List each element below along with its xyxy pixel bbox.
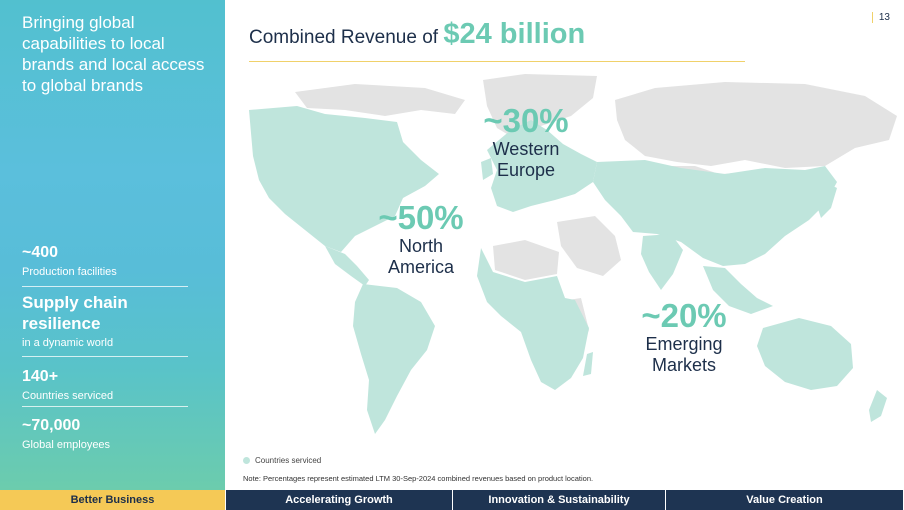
north-africa-desert-shape: [493, 240, 559, 280]
map-legend: Countries serviced: [243, 456, 321, 465]
stat-global-employees: ~70,000 Global employees: [22, 415, 188, 452]
stat-label: in a dynamic world: [22, 337, 114, 349]
footnote: Note: Percentages represent estimated LT…: [243, 474, 594, 483]
region-percentage: ~30%: [483, 102, 569, 139]
legend-dot-icon: [243, 457, 250, 464]
middle-east-shape: [557, 216, 621, 276]
tab-innovation-sustainability[interactable]: Innovation & Sustainability: [452, 490, 665, 510]
region-percentage: ~50%: [378, 199, 464, 236]
region-emerging-markets: ~20% Emerging Markets: [631, 298, 737, 376]
sidebar-tagline: Bringing global capabilities to local br…: [22, 13, 205, 95]
stat-value: 140+: [22, 368, 59, 385]
tab-value-creation[interactable]: Value Creation: [665, 490, 903, 510]
australia-shape: [757, 318, 853, 390]
region-percentage: ~20%: [641, 297, 727, 334]
title-prefix: Combined Revenue of: [249, 27, 439, 48]
new-zealand-shape: [869, 390, 887, 422]
canada-arctic-shape: [295, 84, 465, 116]
region-western-europe: ~30% Western Europe: [481, 103, 571, 181]
central-america-shape: [325, 246, 369, 286]
stat-supply-chain: Supply chain resilience in a dynamic wor…: [22, 292, 188, 350]
sidebar-panel: Bringing global capabilities to local br…: [0, 0, 225, 490]
title-underline: [249, 61, 745, 62]
asia-shape: [593, 160, 837, 266]
tab-better-business[interactable]: Better Business: [0, 490, 225, 510]
stat-value: ~400: [22, 244, 59, 261]
india-shape: [641, 234, 683, 290]
stat-value: ~70,000: [22, 417, 81, 434]
page-title: Combined Revenue of $24 billion: [249, 18, 585, 51]
main-content: Combined Revenue of $24 billion 13 ~30% …: [225, 0, 904, 490]
stat-production-facilities: ~400 Production facilities: [22, 242, 188, 279]
stat-label: Global employees: [22, 439, 111, 451]
stat-label: Countries serviced: [22, 390, 114, 402]
south-america-shape: [353, 284, 435, 434]
stat-countries-serviced: 140+ Countries serviced: [22, 366, 188, 403]
region-name: Western Europe: [492, 139, 560, 180]
title-highlight: $24 billion: [443, 18, 586, 50]
footer-nav: Better Business Accelerating Growth Inno…: [0, 490, 904, 510]
stat-value: Supply chain resilience: [22, 293, 128, 333]
russia-shape: [615, 82, 897, 168]
region-name: Emerging Markets: [645, 334, 723, 375]
tab-accelerating-growth[interactable]: Accelerating Growth: [225, 490, 452, 510]
stat-label: Production facilities: [22, 266, 117, 278]
region-north-america: ~50% North America: [375, 200, 467, 278]
region-name: North America: [387, 236, 454, 277]
madagascar-shape: [583, 352, 593, 376]
page-number: 13: [871, 12, 890, 23]
legend-label: Countries serviced: [255, 456, 322, 465]
